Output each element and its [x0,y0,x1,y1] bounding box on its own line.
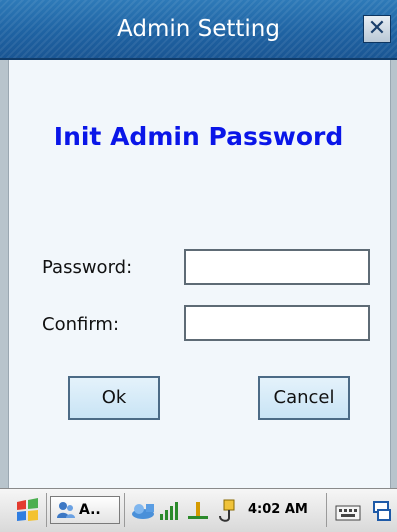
confirm-label: Confirm: [42,314,120,335]
taskbar-app-label: A.. [79,502,101,518]
taskbar-app-button[interactable]: A.. [50,496,120,524]
network-icon[interactable] [130,496,156,524]
page-title: Init Admin Password [53,122,344,151]
battery-plug-icon[interactable] [214,496,240,524]
window-title: Admin Setting [117,16,280,42]
users-icon [57,502,75,518]
ok-button[interactable]: Ok [68,376,160,420]
taskbar-separator [124,493,125,527]
confirm-input[interactable] [184,305,370,341]
password-label: Password: [42,257,133,278]
signal-strength-icon[interactable] [158,496,180,524]
taskbar: A.. 4:02 AM [0,488,397,532]
password-input[interactable] [184,249,370,285]
close-button[interactable]: ✕ [363,15,391,43]
taskbar-separator [46,493,47,527]
keyboard-icon[interactable] [334,496,362,524]
windows-start-icon[interactable] [14,496,40,524]
power-icon[interactable] [186,496,210,524]
desktop-icon[interactable] [372,496,392,524]
title-bar: Admin Setting ✕ [0,0,397,60]
clock[interactable]: 4:02 AM [248,496,324,524]
taskbar-separator [326,493,327,527]
cancel-button[interactable]: Cancel [258,376,350,420]
